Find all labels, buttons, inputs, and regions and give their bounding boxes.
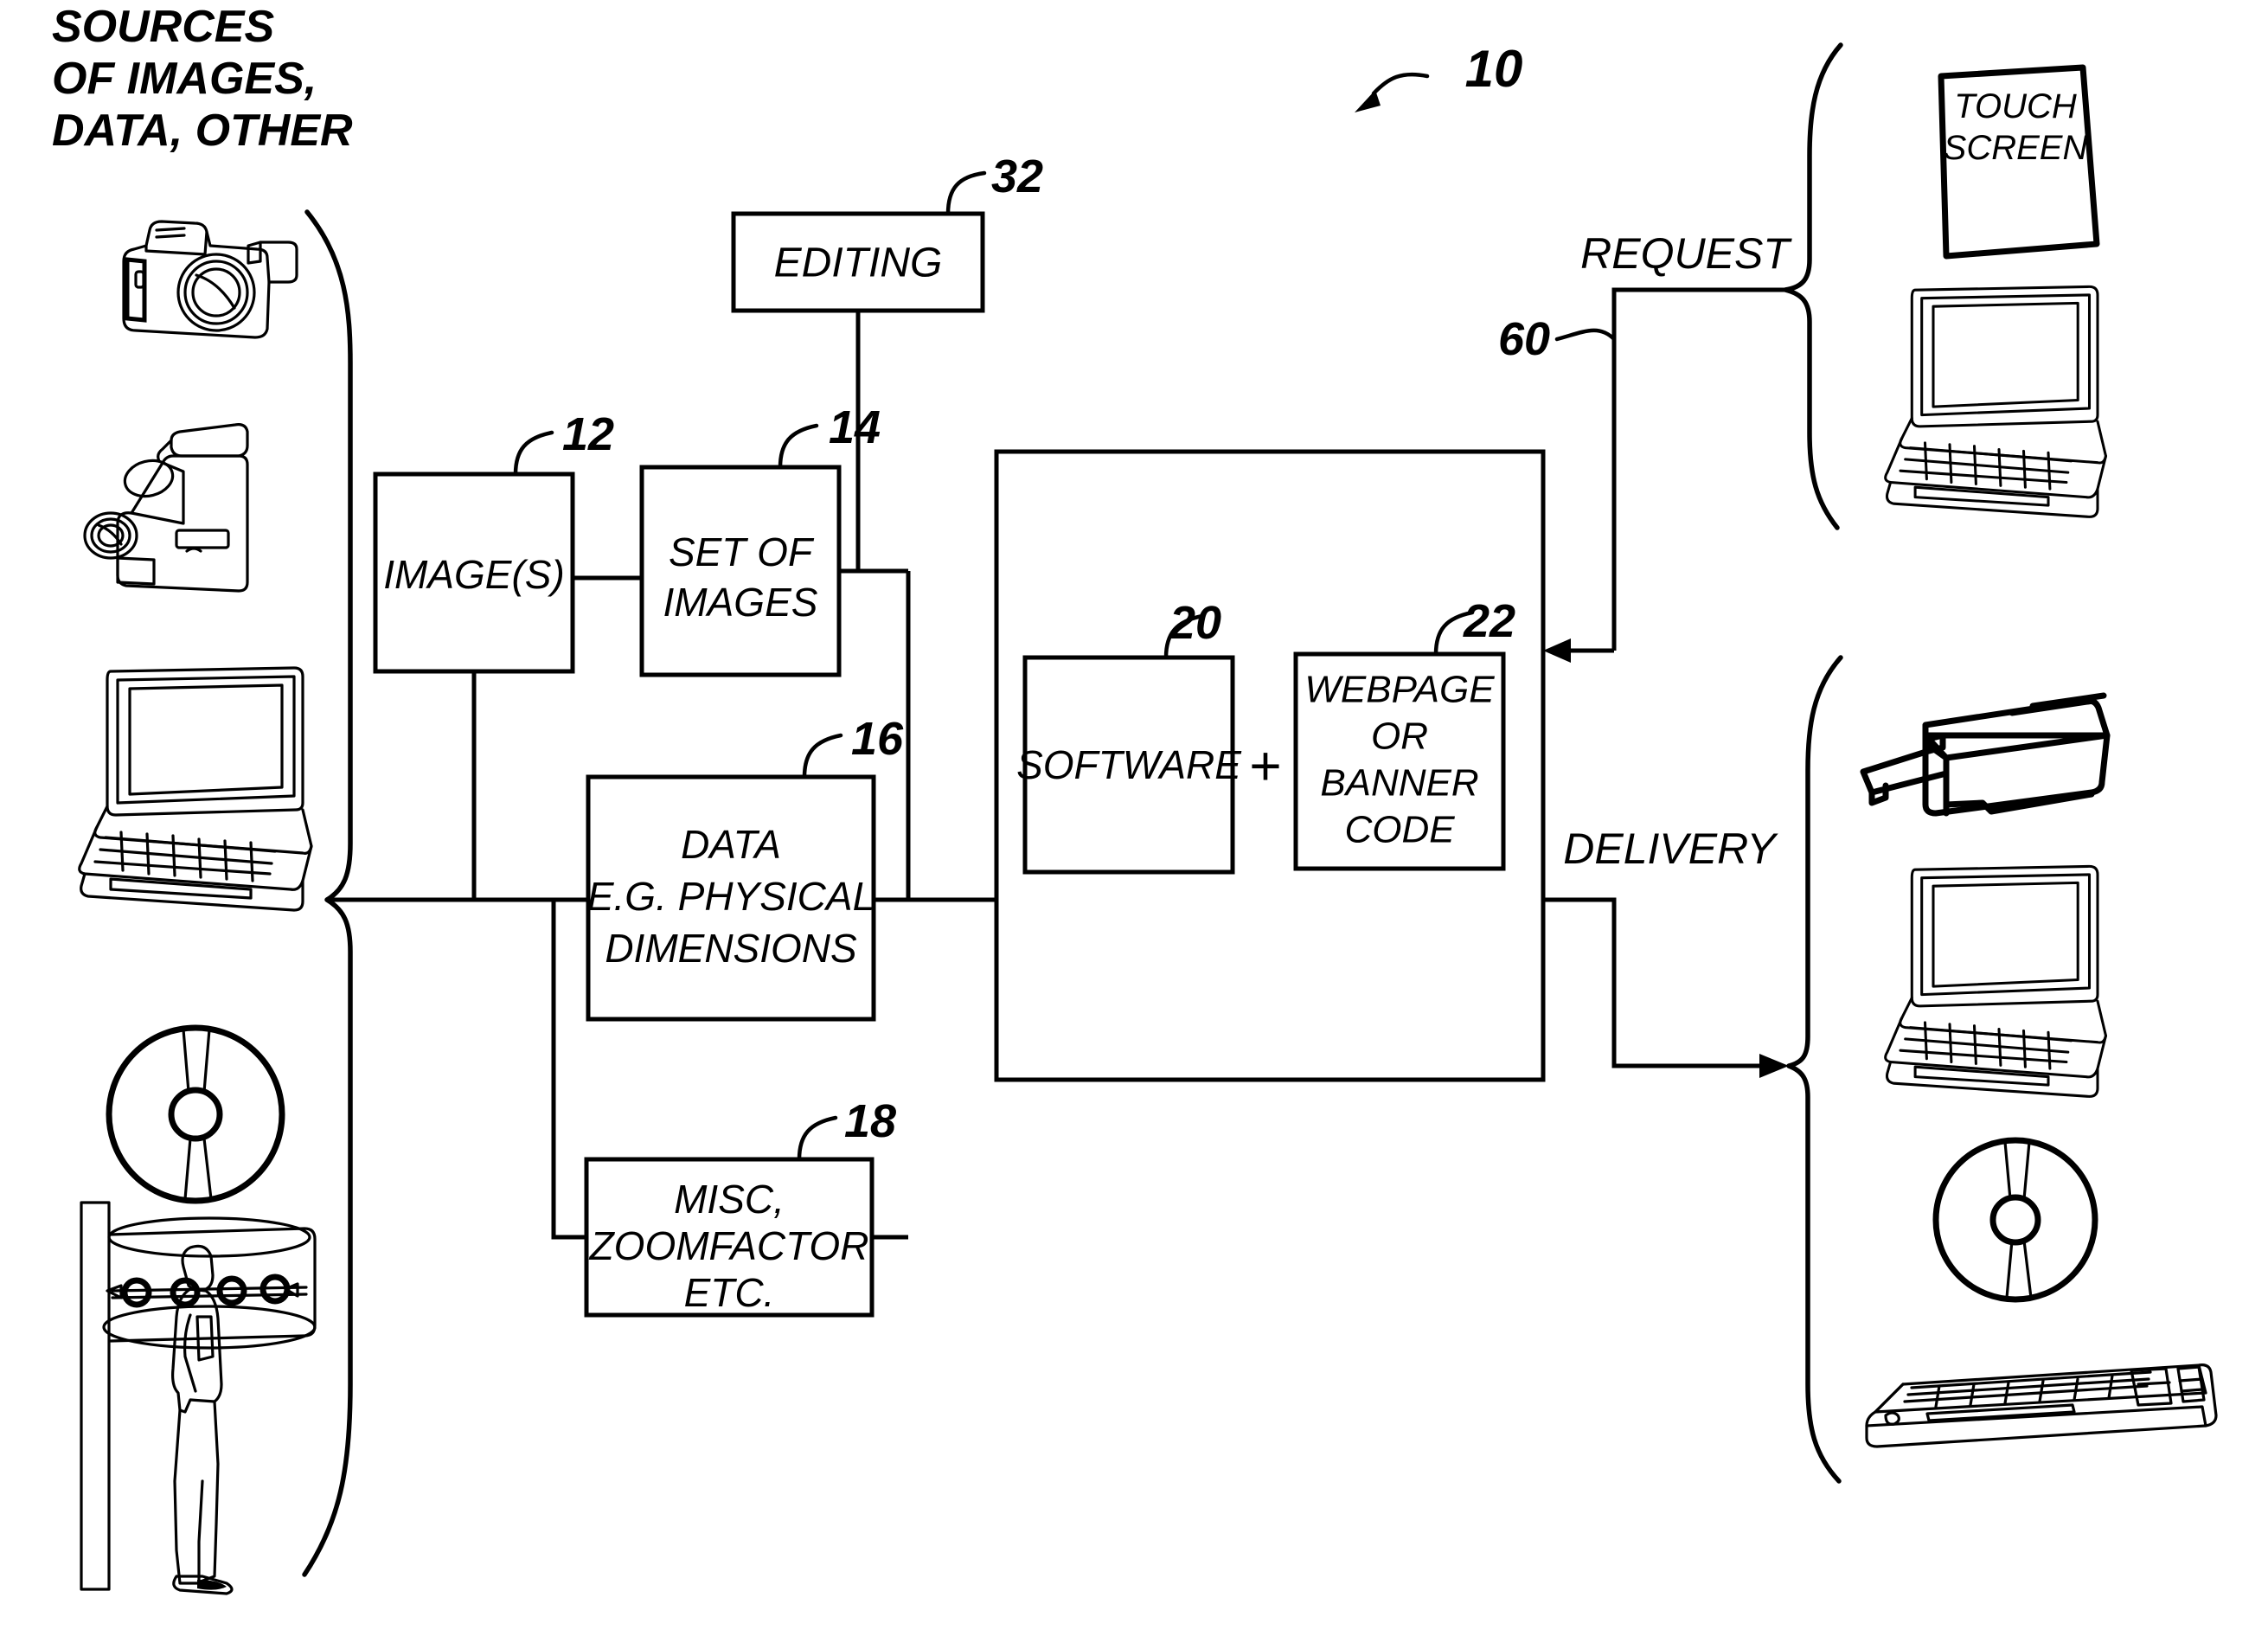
- box-webpage-label-2: OR: [1371, 715, 1428, 758]
- delivery-devices-brace: [1786, 655, 1843, 1484]
- box-webpage-label-3: BANNER: [1320, 762, 1478, 805]
- source-bus-lines: [327, 670, 588, 1240]
- camcorder-icon: [83, 423, 249, 593]
- delivery-label: DELIVERY: [1563, 824, 1778, 873]
- box-data-ref: 16: [851, 713, 904, 765]
- touch-screen-tablet-icon: TOUCH SCREEN: [1938, 64, 2100, 260]
- laptop-icon-request: [1884, 285, 2108, 518]
- sources-brace: [302, 209, 353, 1577]
- box-software-label: SOFTWARE: [1016, 742, 1242, 787]
- plus-sign: +: [1248, 735, 1280, 797]
- box-misc: MISC, ZOOMFACTOR ETC. 18: [584, 1095, 896, 1318]
- printer-icon: [1860, 692, 2111, 817]
- figure-ref-10: 10: [1355, 40, 1522, 112]
- box-data: DATA E.G. PHYSICAL DIMENSIONS 16: [586, 713, 904, 1022]
- box-images-ref: 12: [562, 408, 614, 460]
- box-software-ref: 20: [1169, 597, 1221, 649]
- box-misc-ref: 18: [844, 1095, 896, 1147]
- box-webpage-label-1: WEBPAGE: [1304, 669, 1495, 711]
- box-webpage-ref: 22: [1463, 595, 1515, 647]
- box-data-label-1: DATA: [681, 822, 781, 867]
- sources-title-line-3: DATA, OTHER: [52, 106, 353, 156]
- box-editing: EDITING 32: [731, 151, 1043, 313]
- request-devices-brace: [1783, 42, 1843, 530]
- box-editing-ref: 32: [991, 151, 1043, 202]
- box-set-of-images-label-1: SET OF: [669, 529, 815, 574]
- touch-screen-label-1: TOUCH: [1954, 87, 2077, 125]
- body-scanner-icon: [80, 1201, 317, 1595]
- patent-figure: SOURCES OF IMAGES, DATA, OTHER 10 IMAGE(…: [0, 0, 2268, 1636]
- slr-camera-icon: [122, 220, 298, 339]
- box-webpage-label-4: CODE: [1344, 809, 1455, 851]
- keyboard-icon: [1865, 1363, 2218, 1448]
- figure-ref-10-number: 10: [1465, 40, 1523, 98]
- request-ref-60: 60: [1498, 313, 1550, 365]
- box-misc-label-2: ZOOMFACTOR: [589, 1223, 869, 1268]
- box-editing-label: EDITING: [774, 241, 943, 286]
- box-set-of-images-ref: 14: [829, 401, 881, 453]
- laptop-icon: [78, 666, 313, 912]
- box-data-label-3: DIMENSIONS: [605, 926, 857, 971]
- delivery-flow: DELIVERY: [1543, 824, 1789, 1078]
- compact-disc-icon-delivery: [1932, 1137, 2098, 1303]
- sources-title-line-2: OF IMAGES,: [52, 54, 317, 104]
- request-label: REQUEST: [1580, 229, 1792, 278]
- box-misc-label-3: ETC.: [684, 1270, 775, 1315]
- box-misc-label-1: MISC,: [674, 1177, 785, 1222]
- compact-disc-icon: [106, 1024, 285, 1204]
- box-images-label-1: IMAGE(S): [383, 552, 565, 597]
- laptop-icon-delivery: [1884, 864, 2108, 1098]
- sources-title: SOURCES OF IMAGES, DATA, OTHER: [52, 2, 353, 156]
- sources-title-line-1: SOURCES: [52, 2, 274, 52]
- touch-screen-label-2: SCREEN: [1944, 129, 2088, 167]
- box-images: IMAGE(S) 12: [373, 408, 614, 674]
- box-data-label-2: E.G. PHYSICAL: [587, 874, 875, 919]
- box-set-of-images: SET OF IMAGES 14: [639, 401, 881, 677]
- figure-canvas: SOURCES OF IMAGES, DATA, OTHER 10 IMAGE(…: [52, 2, 2218, 1595]
- box-set-of-images-label-2: IMAGES: [663, 580, 818, 625]
